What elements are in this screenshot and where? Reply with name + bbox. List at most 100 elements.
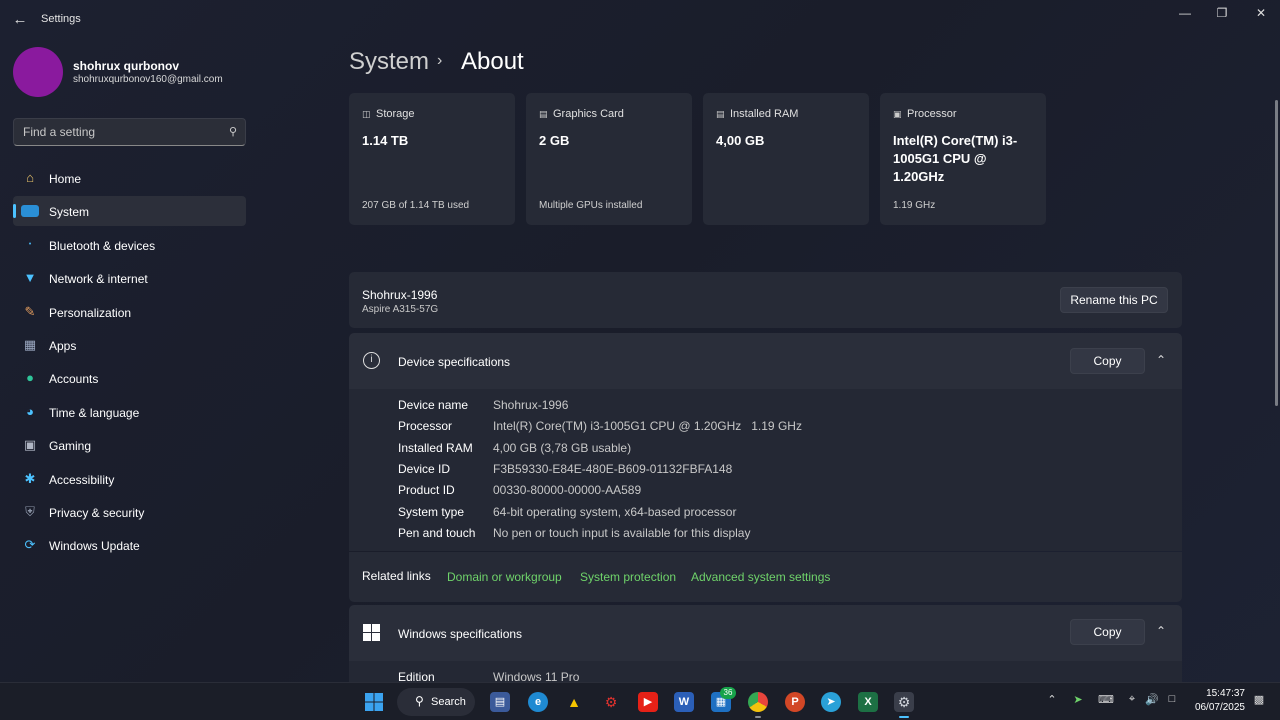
sidebar-item-home[interactable]: ⌂ Home bbox=[13, 163, 246, 193]
sidebar-item-system[interactable]: System bbox=[13, 196, 246, 227]
card-title: Installed RAM bbox=[730, 108, 799, 120]
system-icon bbox=[21, 205, 39, 218]
card-value: 2 GB bbox=[539, 133, 570, 148]
search-icon: ⚲ bbox=[228, 126, 237, 138]
sidebar-item-label: Bluetooth & devices bbox=[49, 238, 156, 253]
bluetooth-icon: ᛫ bbox=[26, 236, 34, 252]
spec-value: Shohrux-1996 bbox=[493, 398, 569, 412]
sidebar-item-accessibility[interactable]: ✱ Accessibility bbox=[13, 464, 246, 494]
ram-icon: ▤ bbox=[716, 109, 725, 119]
notification-badge: 36 bbox=[720, 687, 736, 699]
notifications-icon[interactable]: ▩ bbox=[1251, 693, 1267, 706]
clock-date[interactable]: 06/07/2025 bbox=[1190, 702, 1245, 713]
keyboard-icon[interactable]: ⌨ bbox=[1098, 693, 1114, 706]
pc-name-panel: Shohrux-1996 Aspire A315-57G Rename this… bbox=[349, 272, 1182, 328]
sidebar-item-label: Accessibility bbox=[49, 472, 115, 487]
device-specs-header[interactable]: i Device specifications Copy ⌃ bbox=[349, 333, 1182, 389]
user-name: shohrux qurbonov bbox=[73, 59, 179, 73]
domain-workgroup-link[interactable]: Domain or workgroup bbox=[447, 570, 562, 584]
windows-specs-header[interactable]: Windows specifications Copy ⌃ bbox=[349, 605, 1182, 661]
sidebar-item-personalization[interactable]: ✎ Personalization bbox=[13, 297, 246, 327]
task-view-icon[interactable]: ▤ bbox=[490, 692, 510, 712]
location-icon[interactable]: ➤ bbox=[1070, 693, 1086, 706]
sidebar-item-windows-update[interactable]: ⟳ Windows Update bbox=[13, 530, 246, 560]
battery-icon[interactable]: □ bbox=[1164, 693, 1180, 705]
sidebar-item-network[interactable]: ▼ Network & internet bbox=[13, 263, 246, 293]
card-title: Graphics Card bbox=[553, 108, 624, 120]
card-title: Storage bbox=[376, 108, 415, 120]
wifi-icon: ▼ bbox=[23, 270, 37, 286]
breadcrumb-parent[interactable]: System bbox=[349, 48, 429, 76]
system-protection-link[interactable]: System protection bbox=[580, 570, 676, 584]
chrome-icon[interactable] bbox=[748, 692, 768, 712]
sidebar-item-label: Personalization bbox=[49, 305, 132, 320]
section-title: Windows specifications bbox=[398, 627, 523, 641]
app-title: Settings bbox=[41, 13, 81, 25]
chevron-up-icon[interactable]: ⌃ bbox=[1156, 353, 1166, 367]
minimize-button[interactable]: — bbox=[1173, 5, 1197, 21]
title-bar: ← Settings — ❐ ✕ bbox=[0, 0, 1280, 40]
spec-value: 64-bit operating system, x64-based proce… bbox=[493, 505, 737, 519]
update-icon: ⟳ bbox=[24, 537, 36, 553]
sidebar-item-label: Home bbox=[49, 172, 82, 186]
copy-device-specs-button[interactable]: Copy bbox=[1070, 348, 1145, 374]
back-arrow-icon[interactable]: ← bbox=[10, 10, 30, 30]
edge-icon[interactable]: e bbox=[528, 692, 548, 712]
spec-value: No pen or touch input is available for t… bbox=[493, 526, 751, 540]
sidebar-item-label: Privacy & security bbox=[49, 505, 145, 520]
settings-gear-icon[interactable]: ⚙ bbox=[894, 692, 914, 712]
sidebar-item-apps[interactable]: ▦ Apps bbox=[13, 330, 246, 360]
sidebar-item-privacy[interactable]: ⛨ Privacy & security bbox=[13, 497, 246, 527]
gear-app-icon[interactable]: ⚙ bbox=[601, 692, 621, 712]
advanced-system-settings-link[interactable]: Advanced system settings bbox=[691, 570, 830, 584]
taskbar-search-button[interactable]: ⚲ Search bbox=[397, 688, 475, 716]
excel-icon[interactable]: X bbox=[858, 692, 878, 712]
volume-icon[interactable]: 🔊 bbox=[1144, 693, 1160, 706]
scrollbar[interactable] bbox=[1275, 100, 1278, 406]
windows-logo-icon bbox=[363, 624, 380, 641]
telegram-icon[interactable]: ➤ bbox=[821, 692, 841, 712]
copy-windows-specs-button[interactable]: Copy bbox=[1070, 619, 1145, 645]
word-icon[interactable]: W bbox=[674, 692, 694, 712]
pc-model: Aspire A315-57G bbox=[362, 304, 439, 315]
sidebar-item-gaming[interactable]: ▣ Gaming bbox=[13, 430, 246, 460]
network-icon[interactable]: ⌖ bbox=[1124, 693, 1140, 706]
spec-key: Device name bbox=[398, 398, 469, 412]
sidebar-item-label: Network & internet bbox=[49, 272, 148, 287]
search-icon: ⚲ bbox=[415, 694, 424, 708]
chevron-up-icon[interactable]: ⌃ bbox=[1156, 624, 1166, 638]
chevron-up-icon[interactable]: ⌃ bbox=[1044, 693, 1060, 706]
accessibility-icon: ✱ bbox=[24, 470, 36, 486]
clock-time[interactable]: 15:47:37 bbox=[1190, 688, 1245, 699]
youtube-icon[interactable]: ▶ bbox=[638, 692, 658, 712]
start-windows-icon[interactable] bbox=[364, 692, 384, 712]
sidebar-item-accounts[interactable]: ● Accounts bbox=[13, 363, 246, 393]
taskbar-search-label: Search bbox=[431, 696, 466, 708]
storage-card[interactable]: ◫ Storage 1.14 TB 207 GB of 1.14 TB used bbox=[349, 93, 515, 225]
spec-value: 00330-80000-00000-AA589 bbox=[493, 483, 642, 497]
search-input[interactable]: Find a setting ⚲ bbox=[13, 118, 246, 146]
sidebar-item-time-language[interactable]: ◕ Time & language bbox=[13, 397, 246, 427]
sidebar-item-bluetooth[interactable]: ᛫ Bluetooth & devices bbox=[13, 230, 246, 260]
user-email: shohruxqurbonov160@gmail.com bbox=[73, 74, 223, 85]
maximize-button[interactable]: ❐ bbox=[1210, 5, 1234, 21]
card-value: Intel(R) Core(TM) i3-1005G1 CPU @ 1.20GH… bbox=[893, 133, 1018, 184]
related-links-label: Related links bbox=[362, 569, 431, 583]
storage-icon: ◫ bbox=[362, 109, 371, 119]
graphics-card[interactable]: ▤ Graphics Card 2 GB Multiple GPUs insta… bbox=[526, 93, 692, 225]
rename-pc-button[interactable]: Rename this PC bbox=[1060, 287, 1168, 313]
powerpoint-icon[interactable]: P bbox=[785, 692, 805, 712]
close-button[interactable]: ✕ bbox=[1249, 5, 1273, 21]
processor-card[interactable]: ▣ Processor Intel(R) Core(TM) i3-1005G1 … bbox=[880, 93, 1046, 225]
gamepad-icon: ▣ bbox=[23, 437, 37, 453]
spec-value: F3B59330-E84E-480E-B609-01132FBFA148 bbox=[493, 462, 733, 476]
spec-key: Product ID bbox=[398, 483, 455, 497]
ram-card[interactable]: ▤ Installed RAM 4,00 GB bbox=[703, 93, 869, 225]
card-subtitle: 1.19 GHz bbox=[893, 200, 936, 211]
active-indicator bbox=[899, 716, 909, 718]
cpu-icon: ▣ bbox=[893, 109, 902, 119]
spec-value: 4,00 GB (3,78 GB usable) bbox=[493, 441, 632, 455]
a-app-icon[interactable]: ▲ bbox=[564, 692, 584, 712]
avatar[interactable] bbox=[13, 47, 63, 97]
shield-icon: ⛨ bbox=[25, 503, 35, 519]
